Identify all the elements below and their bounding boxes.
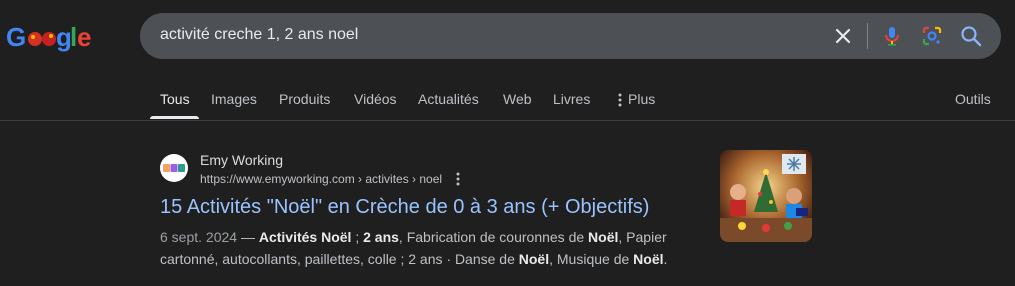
tab-images[interactable]: Images [211,91,257,107]
tabs-divider [0,120,1015,121]
result-thumbnail[interactable] [720,150,812,242]
svg-text:e: e [77,22,91,52]
svg-text:G: G [6,22,26,52]
site-name[interactable]: Emy Working [200,152,283,168]
searchbar-divider [867,23,868,49]
more-vert-icon[interactable] [456,172,464,188]
snippet-text: ; [351,229,364,245]
snippet-bold: Noël [518,251,550,267]
tab-tous[interactable]: Tous [160,91,190,107]
result-title-link[interactable]: 15 Activités "Noël" en Crèche de 0 à 3 a… [160,196,649,219]
tab-videos[interactable]: Vidéos [354,91,397,107]
tab-produits[interactable]: Produits [279,91,330,107]
search-box[interactable]: activité creche 1, 2 ans noel [140,13,1001,59]
site-favicon[interactable] [160,154,188,182]
tab-livres[interactable]: Livres [553,91,590,107]
snippet-bold: Noël [588,229,619,245]
search-input[interactable]: activité creche 1, 2 ans noel [160,26,358,44]
search-tabs: Tous Images Produits Vidéos Actualités W… [0,80,1015,120]
snippet-text: . [663,251,668,267]
site-url[interactable]: https://www.emyworking.com › activites ›… [200,172,442,186]
snippet-date: 6 sept. 2024 [160,229,238,245]
snippet-bold: Noël [633,251,664,267]
mic-icon[interactable] [880,24,904,48]
snippet-text: , Musique de [549,251,634,267]
result-snippet: 6 sept. 2024 — Activités Noël ; 2 ans, F… [160,226,700,270]
active-tab-indicator [150,116,199,119]
snippet-text: — [237,229,259,245]
snippet-bold: 2 ans [363,229,399,245]
tools-button[interactable]: Outils [955,91,991,107]
more-vert-icon [618,93,622,107]
search-icon[interactable] [959,24,983,48]
tab-plus[interactable]: Plus [618,91,655,107]
tab-plus-label: Plus [628,91,656,107]
lens-icon[interactable] [920,24,944,48]
snippet-bold: Activités Noël [258,229,352,245]
tab-web[interactable]: Web [503,91,532,107]
snippet-text: , Fabrication de couronnes de [398,229,589,245]
close-icon[interactable] [831,24,855,48]
tab-actualites[interactable]: Actualités [418,91,479,107]
google-logo[interactable]: G g l e [6,22,96,52]
